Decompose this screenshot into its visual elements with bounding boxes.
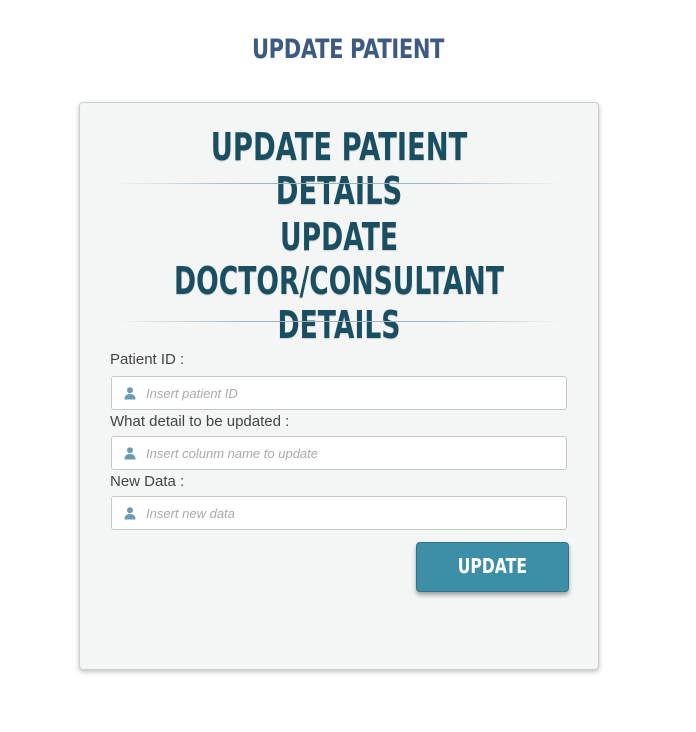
patient-id-input[interactable]	[146, 378, 566, 408]
detail-to-update-label: What detail to be updated :	[110, 413, 290, 430]
update-form-card: Update Patient Details Update Doctor/Con…	[79, 102, 599, 670]
patient-id-label: Patient ID :	[110, 351, 185, 368]
form-heading-patient: Update Patient Details	[210, 125, 468, 213]
new-data-label: New Data :	[110, 473, 185, 490]
detail-to-update-field[interactable]	[111, 436, 567, 470]
user-icon	[124, 507, 136, 520]
new-data-input[interactable]	[146, 498, 566, 528]
form-heading-doctor: Update Doctor/Consultant Details	[174, 215, 504, 347]
page-title: UPDATE PATIENT	[251, 34, 445, 65]
new-data-field[interactable]	[111, 496, 567, 530]
update-button-label: UPDATE	[457, 554, 528, 578]
page: UPDATE PATIENT Update Patient Details Up…	[0, 0, 696, 732]
divider	[116, 183, 562, 184]
update-button[interactable]: UPDATE	[416, 542, 569, 592]
divider	[116, 321, 562, 322]
detail-to-update-input[interactable]	[146, 438, 566, 468]
patient-id-field[interactable]	[111, 376, 567, 410]
user-icon	[124, 447, 136, 460]
user-icon	[124, 387, 136, 400]
